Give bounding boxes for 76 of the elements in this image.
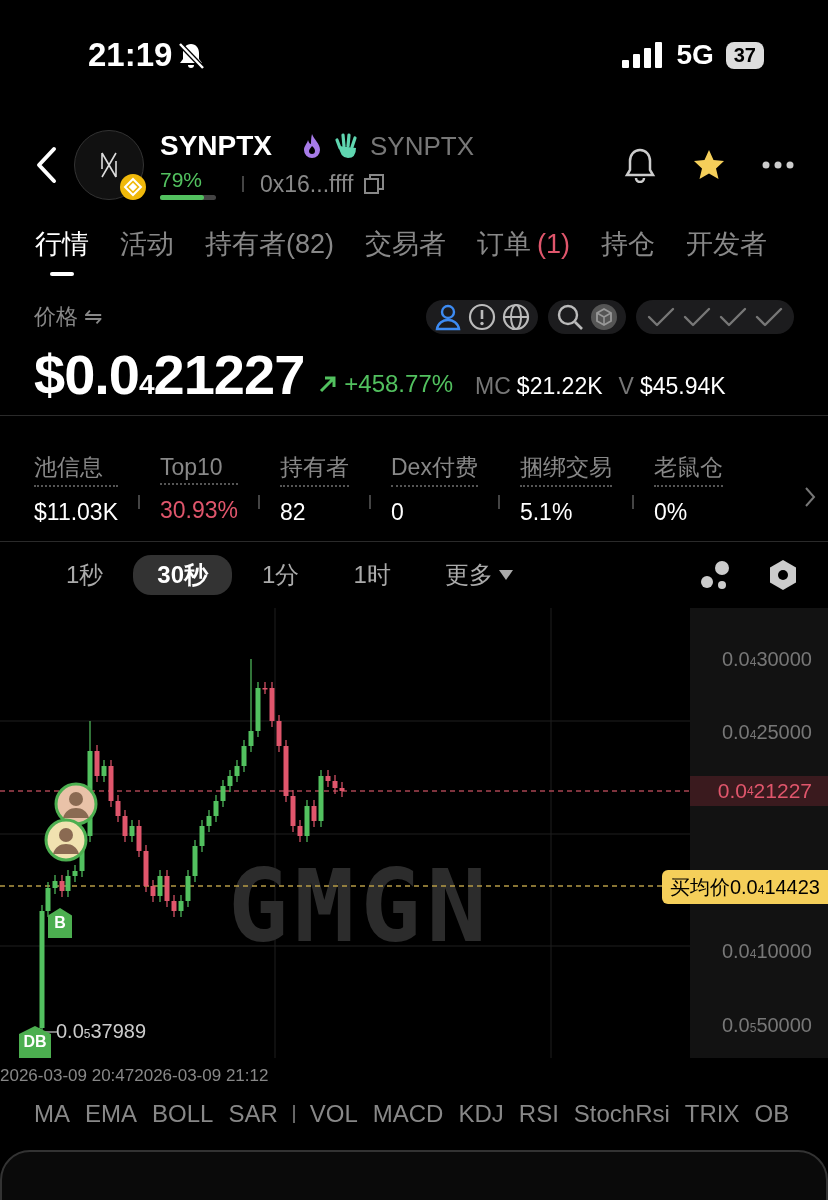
back-icon[interactable]: [34, 145, 58, 185]
stat-label[interactable]: Top10: [160, 453, 238, 485]
time-axis-label: 2026-03-09 20:47: [0, 1066, 135, 1086]
stat-value: $11.03K: [34, 498, 118, 526]
score-value: 79%: [160, 168, 204, 192]
indicator-tab[interactable]: StochRsi: [573, 1100, 670, 1128]
star-icon[interactable]: [692, 149, 726, 181]
tab[interactable]: 订单 (1): [477, 220, 570, 276]
stat-value: 30.93%: [160, 496, 238, 524]
tab[interactable]: 交易者: [365, 220, 446, 276]
market-cap-value: $21.22K: [516, 373, 603, 400]
indicator-tab[interactable]: BOLL: [152, 1100, 214, 1128]
check-icon: [754, 305, 784, 329]
indicator-tab[interactable]: SAR: [228, 1100, 278, 1128]
indicator-tab[interactable]: VOL: [309, 1100, 358, 1128]
tab[interactable]: 行情: [35, 220, 89, 276]
check-icon: [718, 305, 748, 329]
chain-badge-icon: [119, 173, 147, 201]
volume-label: V: [618, 373, 634, 400]
hexagon-cube-icon[interactable]: [590, 303, 618, 331]
check-icon: [646, 305, 676, 329]
price-label: 价格 ⇋: [34, 303, 103, 331]
bell-slash-icon: [176, 40, 207, 70]
caret-icon: [498, 570, 513, 580]
market-cap-label: MC: [475, 373, 511, 400]
tab[interactable]: 活动: [120, 220, 174, 276]
tab[interactable]: 开发者: [686, 220, 767, 276]
person-icon[interactable]: [434, 303, 462, 331]
stat-label[interactable]: 持有者: [280, 451, 349, 487]
tab[interactable]: 持有者(82): [205, 220, 334, 276]
interval-tab[interactable]: 1秒: [42, 555, 128, 595]
token-name: SYNPTX: [160, 130, 273, 162]
tab[interactable]: 持仓: [601, 220, 655, 276]
signal-icon: [622, 42, 663, 68]
chevron-right-icon[interactable]: [804, 485, 816, 508]
network-type: 5G: [676, 39, 714, 71]
stat-value: 0%: [653, 498, 689, 526]
battery-level: 37: [725, 41, 764, 69]
dev-buy-marker: DB: [19, 1026, 51, 1058]
stat-label[interactable]: 池信息: [34, 451, 118, 487]
indicator-tab[interactable]: OB: [754, 1100, 790, 1128]
avatar[interactable]: [54, 782, 98, 826]
buy-marker: B: [48, 908, 72, 938]
settings-icon[interactable]: [768, 559, 798, 591]
check-icon: [682, 305, 712, 329]
stat-label[interactable]: Dex付费: [391, 451, 478, 487]
interval-tab[interactable]: 1时: [329, 555, 415, 595]
search-icon[interactable]: [556, 303, 584, 331]
indicator-tab[interactable]: TRIX: [684, 1100, 740, 1128]
clock-time: 21:19: [88, 36, 173, 74]
indicator-tab[interactable]: MA: [34, 1100, 70, 1128]
indicator-tab[interactable]: EMA: [85, 1100, 137, 1128]
copy-icon[interactable]: [363, 173, 386, 195]
avatar[interactable]: [44, 818, 88, 862]
up-arrow-icon: [318, 374, 339, 394]
token-symbol: SYNPTX: [370, 130, 475, 162]
interval-tab[interactable]: 更多: [420, 555, 537, 595]
bubbles-icon[interactable]: [700, 560, 732, 590]
stat-value: 0: [391, 498, 405, 526]
stat-value: 5.1%: [519, 498, 574, 526]
interval-tab[interactable]: 30秒: [133, 555, 233, 595]
indicator-tab[interactable]: MACD: [372, 1100, 444, 1128]
bell-icon[interactable]: [624, 147, 656, 183]
interval-tab[interactable]: 1分: [238, 555, 324, 595]
indicator-tab[interactable]: KDJ: [458, 1100, 504, 1128]
more-icon[interactable]: [762, 161, 794, 169]
contract-address: 0x16...ffff: [260, 170, 354, 198]
indicator-tab[interactable]: RSI: [518, 1100, 559, 1128]
stat-label[interactable]: 老鼠仓: [653, 451, 723, 487]
stat-value: 82: [280, 498, 307, 526]
price-change: +458.77%: [318, 370, 454, 398]
globe-icon[interactable]: [502, 303, 530, 331]
stat-label[interactable]: 捆绑交易: [519, 451, 612, 487]
alert-icon[interactable]: [468, 303, 496, 331]
time-axis-label: 2026-03-09 21:12: [134, 1066, 269, 1086]
volume-value: $45.94K: [639, 373, 726, 400]
